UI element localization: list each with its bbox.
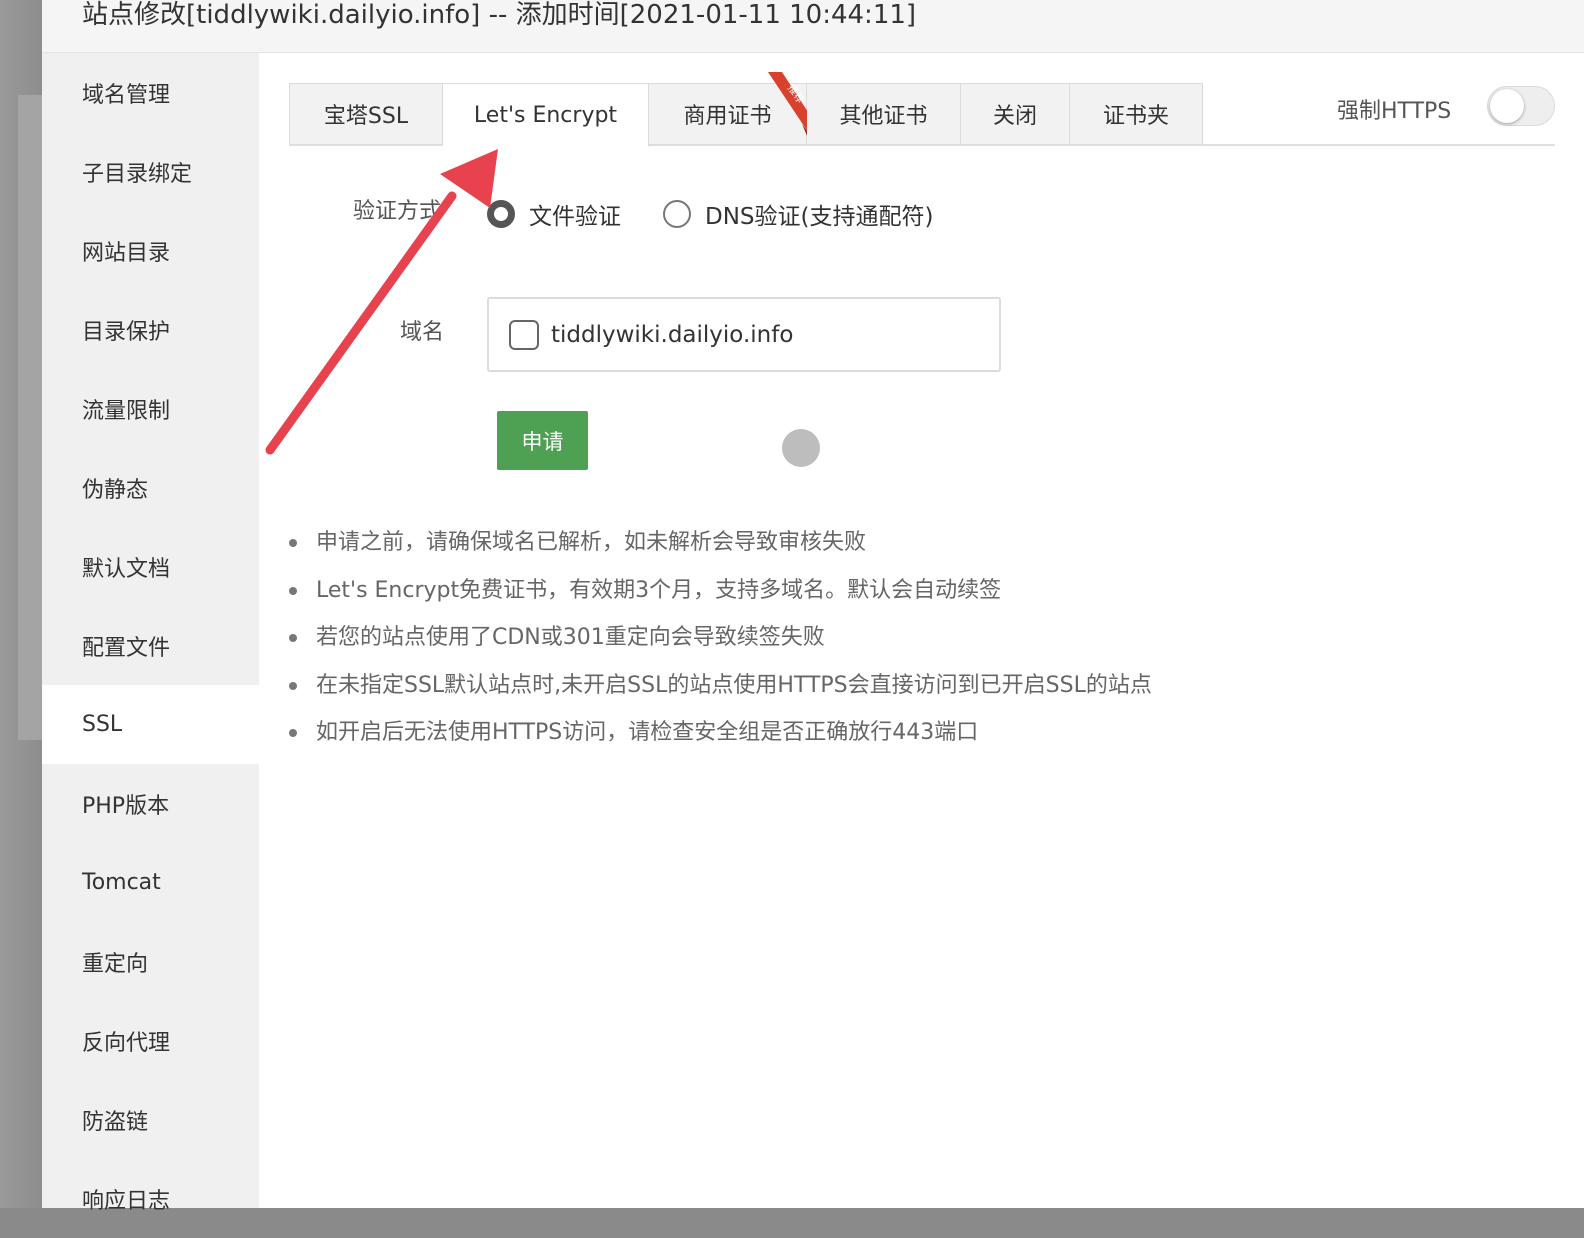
list-item: 如开启后无法使用HTTPS访问，请检查安全组是否正确放行443端口	[289, 713, 1152, 761]
list-item: Let's Encrypt免费证书，有效期3个月，支持多域名。默认会自动续签	[289, 571, 1152, 619]
notes-list: 申请之前，请确保域名已解析，如未解析会导致审核失败 Let's Encrypt免…	[289, 523, 1152, 761]
radio-checked-icon	[487, 200, 515, 228]
sidebar-item-hotlink-protection[interactable]: 防盗链	[42, 1080, 259, 1159]
tab-label: 其他证书	[839, 104, 928, 129]
sidebar-item-subdirectory-binding[interactable]: 子目录绑定	[42, 132, 259, 211]
sidebar-item-rewrite[interactable]: 伪静态	[42, 448, 259, 527]
domain-name: tiddlywiki.dailyio.info	[551, 321, 794, 348]
ssl-panel: 宝塔SSL Let's Encrypt 商用证书 推荐 其他证书 关闭 证书夹 …	[259, 53, 1584, 1208]
sidebar-item-label: SSL	[82, 712, 123, 737]
apply-button[interactable]: 申请	[497, 411, 588, 470]
sidebar-item-config-file[interactable]: 配置文件	[42, 606, 259, 685]
backdrop-panel	[18, 95, 42, 740]
tab-label: Let's Encrypt	[473, 102, 618, 128]
sidebar-item-reverse-proxy[interactable]: 反向代理	[42, 1001, 259, 1080]
sidebar-item-default-document[interactable]: 默认文档	[42, 527, 259, 606]
sidebar-item-php-version[interactable]: PHP版本	[42, 764, 259, 843]
sidebar-item-label: 域名管理	[82, 82, 171, 108]
tab-baota-ssl[interactable]: 宝塔SSL	[289, 83, 443, 145]
settings-sidebar: 域名管理 子目录绑定 网站目录 目录保护 流量限制 伪静态 默认文档 配置文件 …	[42, 53, 259, 1214]
tab-cert-folder[interactable]: 证书夹	[1070, 83, 1203, 145]
radio-label: DNS验证(支持通配符)	[705, 204, 934, 230]
radio-file-verify[interactable]: 文件验证	[487, 197, 621, 231]
loading-indicator	[782, 429, 820, 467]
sidebar-item-label: 伪静态	[82, 477, 149, 503]
sidebar-item-label: 默认文档	[82, 556, 171, 582]
sidebar-item-directory-protection[interactable]: 目录保护	[42, 290, 259, 369]
list-item: 申请之前，请确保域名已解析，如未解析会导致审核失败	[289, 523, 1152, 571]
recommend-ribbon: 推荐	[768, 72, 808, 138]
sidebar-item-traffic-limit[interactable]: 流量限制	[42, 369, 259, 448]
sidebar-item-ssl[interactable]: SSL	[42, 685, 259, 764]
sidebar-item-label: 配置文件	[82, 635, 171, 661]
force-https-toggle[interactable]	[1487, 86, 1555, 126]
sidebar-item-label: 网站目录	[82, 240, 171, 266]
tab-label: 商用证书	[683, 104, 772, 129]
sidebar-item-label: 防盗链	[82, 1109, 149, 1135]
radio-dns-verify[interactable]: DNS验证(支持通配符)	[663, 197, 933, 231]
ssl-tabs: 宝塔SSL Let's Encrypt 商用证书 推荐 其他证书 关闭 证书夹	[289, 72, 1203, 147]
sidebar-item-domain-management[interactable]: 域名管理	[42, 53, 259, 132]
dialog-titlebar: 站点修改[tiddlywiki.dailyio.info] -- 添加时间[20…	[42, 0, 1584, 53]
sidebar-item-tomcat[interactable]: Tomcat	[42, 843, 259, 922]
verify-method-label: 验证方式	[353, 199, 442, 224]
radio-label: 文件验证	[529, 204, 621, 230]
dialog-title: 站点修改[tiddlywiki.dailyio.info] -- 添加时间[20…	[82, 0, 917, 30]
tab-other-cert[interactable]: 其他证书	[807, 83, 961, 145]
sidebar-item-label: 子目录绑定	[82, 161, 193, 187]
site-settings-dialog: 站点修改[tiddlywiki.dailyio.info] -- 添加时间[20…	[42, 0, 1584, 1214]
tab-label: 宝塔SSL	[323, 104, 409, 129]
radio-unchecked-icon	[663, 200, 691, 228]
sidebar-item-label: 响应日志	[82, 1188, 171, 1214]
list-item: 在未指定SSL默认站点时,未开启SSL的站点使用HTTPS会直接访问到已开启SS…	[289, 666, 1152, 714]
tab-lets-encrypt[interactable]: Let's Encrypt	[443, 83, 649, 147]
sidebar-item-site-directory[interactable]: 网站目录	[42, 211, 259, 290]
toggle-knob	[1490, 89, 1524, 123]
domain-list: tiddlywiki.dailyio.info	[487, 297, 1001, 372]
tab-commercial-cert[interactable]: 商用证书 推荐	[649, 72, 808, 145]
sidebar-item-label: PHP版本	[82, 793, 170, 819]
list-item: 若您的站点使用了CDN或301重定向会导致续签失败	[289, 618, 1152, 666]
tab-label: 关闭	[992, 104, 1037, 129]
sidebar-item-response-log[interactable]: 响应日志	[42, 1159, 259, 1238]
tab-label: 证书夹	[1102, 104, 1169, 129]
force-https-label: 强制HTTPS	[1337, 99, 1452, 124]
sidebar-item-label: 流量限制	[82, 398, 171, 424]
domain-checkbox[interactable]	[509, 319, 539, 350]
sidebar-item-label: 反向代理	[82, 1030, 171, 1056]
sidebar-item-label: 重定向	[82, 951, 149, 977]
domain-label: 域名	[400, 320, 445, 345]
backdrop-overlay	[0, 0, 42, 1208]
sidebar-item-redirect[interactable]: 重定向	[42, 922, 259, 1001]
sidebar-item-label: 目录保护	[82, 319, 171, 345]
tab-close[interactable]: 关闭	[961, 83, 1070, 145]
sidebar-item-label: Tomcat	[82, 870, 161, 895]
